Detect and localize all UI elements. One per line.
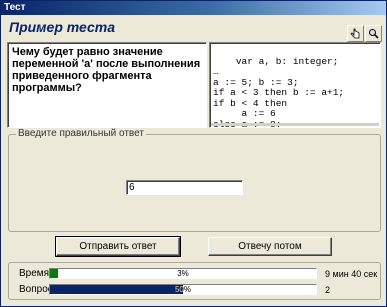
answer-group: Введите правильный ответ [8,128,381,232]
header: Пример теста [1,15,386,42]
answer-later-label: Отвечу потом [238,241,302,252]
window-titlebar: Тест [1,1,386,15]
zoom-button[interactable] [365,25,382,42]
magnifier-icon [369,29,379,39]
test-window: Тест Пример теста Чему будет равно значе… [0,0,387,307]
submit-answer-label: Отправить ответ [79,241,157,252]
time-progress-bar: 3% [49,268,317,279]
page-title: Пример теста [9,19,115,35]
code-fragment: var a, b: integer; … a := 5; b := 3; if … [209,42,381,128]
answer-input[interactable] [126,180,243,195]
progress-group: Время 3% 9 мин 40 сек Вопросы 50% 2 [8,262,381,300]
pointer-tool-button[interactable] [347,25,364,42]
window-title: Тест [4,2,26,13]
submit-answer-button[interactable]: Отправить ответ [55,236,181,257]
question-label: Чему будет равно значение переменной 'a'… [12,46,201,94]
question-text: Чему будет равно значение переменной 'a'… [7,42,207,128]
questions-count: 2 [325,285,331,295]
questions-progress-bar: 50% [49,284,317,295]
pointer-hand-icon [350,28,360,39]
answer-legend: Введите правильный ответ [16,128,146,139]
questions-progress-percent: 50% [174,285,191,294]
code-scrollbar[interactable] [211,123,379,126]
answer-later-button[interactable]: Отвечу потом [208,237,332,256]
code-text: var a, b: integer; … a := 5; b := 3; if … [213,55,345,127]
time-progress-percent: 3% [177,269,189,278]
time-remaining: 9 мин 40 сек [325,269,378,279]
time-label: Время [19,268,50,279]
